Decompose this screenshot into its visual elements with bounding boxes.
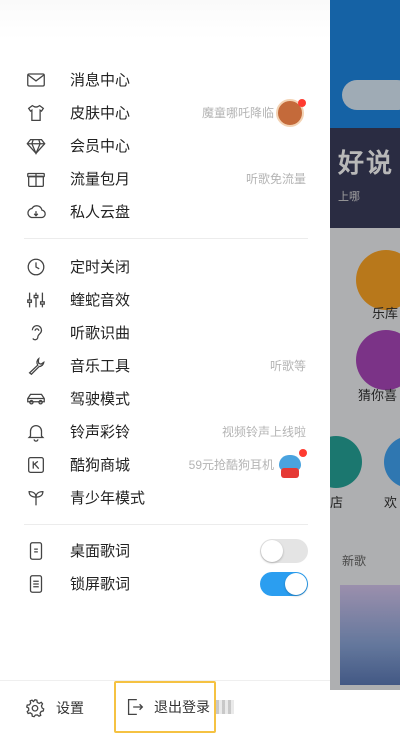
menu-label: 酷狗商城 <box>70 457 131 474</box>
clock-icon <box>24 255 48 279</box>
mail-icon <box>24 68 48 92</box>
menu-hint: 魔童哪吒降临 <box>201 106 274 120</box>
menu-hint: 59元抢酷狗耳机 <box>188 458 274 472</box>
divider <box>24 524 308 525</box>
menu-hint: 听歌免流量 <box>245 172 306 186</box>
menu-item-vip[interactable]: 会员中心 <box>0 129 330 162</box>
cloud-icon <box>24 200 48 224</box>
sprout-icon <box>24 486 48 510</box>
lockscreen-lyrics-toggle[interactable] <box>260 571 308 596</box>
side-drawer: 消息中心 皮肤中心 魔童哪吒降临 会员中心 流量包月 听歌免流量 私人云盘 定时 <box>0 0 330 739</box>
desktop-lyrics-toggle[interactable] <box>260 538 308 563</box>
menu-label: 音乐工具 <box>70 358 131 375</box>
menu-item-cloud[interactable]: 私人云盘 <box>0 195 330 228</box>
wrench-icon <box>24 354 48 378</box>
logout-label: 退出登录 <box>154 699 210 715</box>
menu-label: 消息中心 <box>70 72 131 89</box>
menu-item-store[interactable]: 酷狗商城 59元抢酷狗耳机 <box>0 448 330 481</box>
menu-item-song-recognition[interactable]: 听歌识曲 <box>0 316 330 349</box>
menu-label: 桌面歌词 <box>70 543 131 560</box>
shop-icon <box>24 453 48 477</box>
menu-label: 驾驶模式 <box>70 391 131 408</box>
menu-hint: 视频铃声上线啦 <box>221 425 306 439</box>
divider <box>24 238 308 239</box>
menu-label: 听歌识曲 <box>70 325 131 342</box>
menu-label: 锁屏歌词 <box>70 576 131 593</box>
menu-item-music-tools[interactable]: 音乐工具 听歌等 <box>0 349 330 382</box>
gift-icon <box>24 167 48 191</box>
logout-button[interactable]: 退出登录 <box>114 681 216 733</box>
settings-button[interactable]: 设置 <box>24 693 84 723</box>
equalizer-icon <box>24 288 48 312</box>
tshirt-icon <box>24 101 48 125</box>
diamond-icon <box>24 134 48 158</box>
settings-label: 设置 <box>56 700 84 716</box>
menu-label: 蝰蛇音效 <box>70 292 131 309</box>
drawer-footer: 设置 退出登录 <box>0 680 330 739</box>
menu-item-teen-mode[interactable]: 青少年模式 <box>0 481 330 514</box>
phone-icon <box>24 539 48 563</box>
menu-hint: 听歌等 <box>269 359 306 373</box>
lockscreen-icon <box>24 572 48 596</box>
menu-label: 皮肤中心 <box>70 105 131 122</box>
menu-label: 私人云盘 <box>70 204 131 221</box>
gear-icon <box>26 699 45 718</box>
pixelated-region <box>216 700 234 714</box>
menu-item-data-plan[interactable]: 流量包月 听歌免流量 <box>0 162 330 195</box>
menu-label: 会员中心 <box>70 138 131 155</box>
mascot-icon <box>276 448 307 478</box>
menu-item-desktop-lyrics: 桌面歌词 <box>0 534 330 567</box>
menu-item-sound-effects[interactable]: 蝰蛇音效 <box>0 283 330 316</box>
menu-label: 定时关闭 <box>70 259 131 276</box>
menu-item-skins[interactable]: 皮肤中心 魔童哪吒降临 <box>0 96 330 129</box>
skin-avatar-icon <box>276 98 306 127</box>
menu-item-messages[interactable]: 消息中心 <box>0 63 330 96</box>
menu-label: 流量包月 <box>70 171 131 188</box>
menu-item-sleep-timer[interactable]: 定时关闭 <box>0 250 330 283</box>
car-icon <box>24 387 48 411</box>
menu-item-lockscreen-lyrics: 锁屏歌词 <box>0 567 330 600</box>
menu-item-driving-mode[interactable]: 驾驶模式 <box>0 382 330 415</box>
logout-icon <box>127 699 144 715</box>
footer-right-area <box>330 690 400 739</box>
menu-label: 青少年模式 <box>70 490 146 507</box>
ear-icon <box>24 321 48 345</box>
menu-label: 铃声彩铃 <box>70 424 131 441</box>
bell-icon <box>24 420 48 444</box>
menu-item-ringtones[interactable]: 铃声彩铃 视频铃声上线啦 <box>0 415 330 448</box>
drawer-top <box>0 0 330 40</box>
